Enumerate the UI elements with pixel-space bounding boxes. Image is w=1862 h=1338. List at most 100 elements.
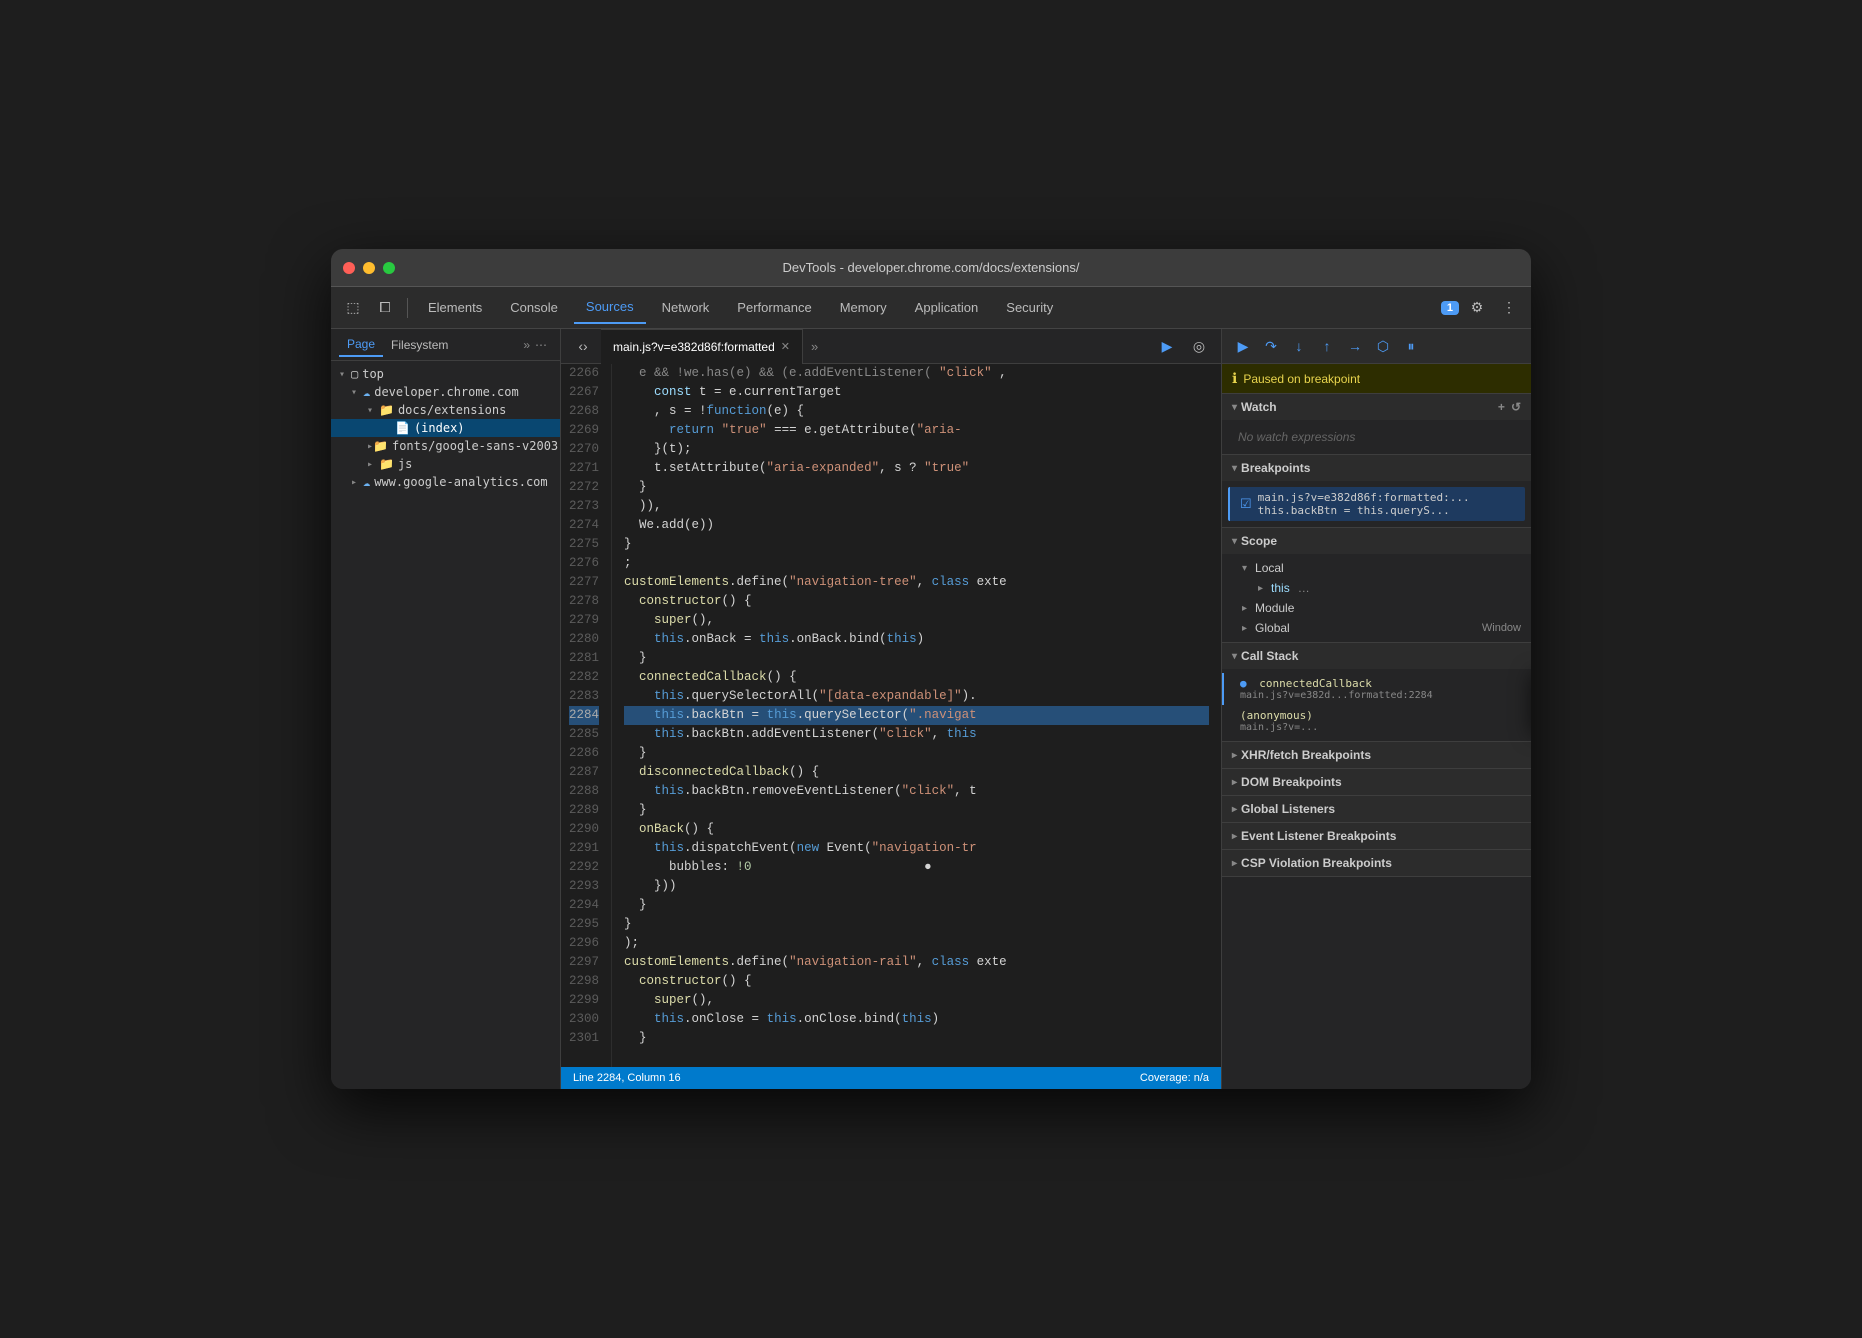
breakpoint-notice: ℹ Paused on breakpoint	[1222, 364, 1531, 394]
scope-this[interactable]: ▸ this …	[1222, 578, 1531, 598]
tab-application[interactable]: Application	[903, 292, 991, 324]
tab-memory[interactable]: Memory	[828, 292, 899, 324]
scope-module-label: Module	[1255, 601, 1294, 615]
scope-global-label: Global	[1255, 621, 1290, 635]
toolbar-right: 1 ⚙ ⋮	[1441, 294, 1523, 322]
editor-close-icon[interactable]: ✕	[781, 340, 790, 353]
callstack-item-1[interactable]: (anonymous) main.js?v=...	[1222, 705, 1531, 737]
callstack-arrow-icon: ▾	[1232, 651, 1237, 662]
watch-actions: + ↺	[1498, 400, 1521, 414]
line-numbers: 2266 2267 2268 2269 2270 2271 2272 2273 …	[561, 364, 612, 1067]
tab-network[interactable]: Network	[650, 292, 722, 324]
scope-global[interactable]: ▸ Global Window	[1222, 618, 1531, 638]
watch-body: No watch expressions	[1222, 420, 1531, 454]
dom-header[interactable]: ▸ DOM Breakpoints	[1222, 769, 1531, 795]
watch-add-icon[interactable]: +	[1498, 400, 1505, 414]
breakpoint-item[interactable]: ☑ main.js?v=e382d86f:formatted:... this.…	[1228, 487, 1525, 521]
watch-refresh-icon[interactable]: ↺	[1511, 400, 1521, 414]
separator	[407, 298, 408, 318]
sidebar-tab-filesystem[interactable]: Filesystem	[383, 334, 456, 356]
scope-header[interactable]: ▾ Scope	[1222, 528, 1531, 554]
dom-label: DOM Breakpoints	[1241, 775, 1342, 789]
sidebar-add-action[interactable]: ⋯	[530, 334, 552, 356]
scope-this-label: this	[1271, 581, 1290, 595]
csp-header[interactable]: ▸ CSP Violation Breakpoints	[1222, 850, 1531, 876]
step-out-button[interactable]: ↑	[1314, 333, 1340, 359]
scope-arrow-icon: ▾	[1232, 536, 1237, 547]
editor-area: ‹› main.js?v=e382d86f:formatted ✕ » ▶ ◎ …	[561, 329, 1221, 1089]
breakpoint-checkbox[interactable]: ☑	[1240, 496, 1252, 512]
window-title: DevTools - developer.chrome.com/docs/ext…	[783, 260, 1080, 275]
step-button[interactable]: →	[1342, 333, 1368, 359]
resume-button[interactable]: ▶	[1230, 333, 1256, 359]
deactivate-button[interactable]: ⬡	[1370, 333, 1396, 359]
callstack-bullet-icon: ●	[1240, 677, 1247, 690]
tree-item-analytics[interactable]: ▸ ☁ www.google-analytics.com	[331, 473, 560, 491]
breakpoint-info: main.js?v=e382d86f:formatted:... this.ba…	[1258, 491, 1470, 517]
maximize-button[interactable]	[383, 262, 395, 274]
callstack-label: Call Stack	[1241, 649, 1298, 663]
tab-sources[interactable]: Sources	[574, 292, 646, 324]
watch-empty-text: No watch expressions	[1222, 424, 1531, 450]
callstack-fn-1: (anonymous)	[1240, 709, 1313, 722]
debugger-toolbar: ▶ ↷ ↓ ↑ → ⬡ ⏸	[1222, 329, 1531, 364]
record-icon[interactable]: ◎	[1185, 332, 1213, 360]
right-panel: ▶ ↷ ↓ ↑ → ⬡ ⏸ ℹ Paused on breakpoint ▾ W…	[1221, 329, 1531, 1089]
sidebar-tabs: Page Filesystem » ⋯	[331, 329, 560, 361]
scope-local-arrow: ▾	[1242, 563, 1247, 574]
event-listeners-label: Event Listener Breakpoints	[1241, 829, 1396, 843]
breakpoints-section: ▾ Breakpoints ☑ main.js?v=e382d86f:forma…	[1222, 455, 1531, 528]
scope-global-arrow: ▸	[1242, 623, 1247, 634]
play-icon[interactable]: ▶	[1153, 332, 1181, 360]
watch-header[interactable]: ▾ Watch + ↺	[1222, 394, 1531, 420]
status-coverage: Coverage: n/a	[1140, 1072, 1209, 1084]
callstack-header[interactable]: ▾ Call Stack	[1222, 643, 1531, 669]
minimize-button[interactable]	[363, 262, 375, 274]
scope-section: ▾ Scope ▾ Local ▸ this … ▸ Module	[1222, 528, 1531, 643]
main-content: Page Filesystem » ⋯ ▾ ▢ top ▾ ☁ develope…	[331, 329, 1531, 1089]
breakpoint-notice-text: Paused on breakpoint	[1243, 372, 1360, 386]
scope-local[interactable]: ▾ Local	[1222, 558, 1531, 578]
tab-console[interactable]: Console	[498, 292, 570, 324]
callstack-fn-0: connectedCallback	[1259, 677, 1372, 690]
pause-on-exception-button[interactable]: ⏸	[1398, 333, 1424, 359]
more-icon[interactable]: ⋮	[1495, 294, 1523, 322]
code-editor[interactable]: 2266 2267 2268 2269 2270 2271 2272 2273 …	[561, 364, 1221, 1067]
tree-item-top[interactable]: ▾ ▢ top	[331, 365, 560, 383]
editor-tab-main[interactable]: main.js?v=e382d86f:formatted ✕	[601, 329, 803, 364]
breakpoints-label: Breakpoints	[1241, 461, 1310, 475]
global-listeners-header[interactable]: ▸ Global Listeners	[1222, 796, 1531, 822]
tree-item-chrome[interactable]: ▾ ☁ developer.chrome.com	[331, 383, 560, 401]
select-tool-icon[interactable]: ⬚	[339, 294, 367, 322]
step-into-button[interactable]: ↓	[1286, 333, 1312, 359]
scope-body: ▾ Local ▸ this … ▸ Module ▸ Global	[1222, 554, 1531, 642]
sidebar-toggle-icon[interactable]: ‹›	[569, 332, 597, 360]
editor-tab-label: main.js?v=e382d86f:formatted	[613, 340, 775, 354]
settings-icon[interactable]: ⚙	[1463, 294, 1491, 322]
tree-item-js[interactable]: ▸ 📁 js	[331, 455, 560, 473]
tree-item-index[interactable]: ▸ 📄 (index)	[331, 419, 560, 437]
global-listeners-section: ▸ Global Listeners	[1222, 796, 1531, 823]
step-over-button[interactable]: ↷	[1258, 333, 1284, 359]
device-icon[interactable]: ⧠	[371, 294, 399, 322]
titlebar: DevTools - developer.chrome.com/docs/ext…	[331, 249, 1531, 287]
tab-elements[interactable]: Elements	[416, 292, 494, 324]
tree-item-docs[interactable]: ▾ 📁 docs/extensions	[331, 401, 560, 419]
window-controls[interactable]	[343, 262, 395, 274]
tab-security[interactable]: Security	[994, 292, 1065, 324]
notification-badge[interactable]: 1	[1441, 301, 1459, 315]
xhr-header[interactable]: ▸ XHR/fetch Breakpoints	[1222, 742, 1531, 768]
close-button[interactable]	[343, 262, 355, 274]
editor-tabs-more[interactable]: »	[811, 339, 818, 354]
sidebar-tab-page[interactable]: Page	[339, 333, 383, 357]
csp-label: CSP Violation Breakpoints	[1241, 856, 1392, 870]
event-listeners-arrow-icon: ▸	[1232, 831, 1237, 842]
callstack-item-0[interactable]: ● connectedCallback main.js?v=e382d...fo…	[1222, 673, 1531, 705]
sidebar-more[interactable]: »	[523, 338, 530, 352]
tree-item-fonts[interactable]: ▸ 📁 fonts/google-sans-v2003	[331, 437, 560, 455]
scope-local-label: Local	[1255, 561, 1284, 575]
scope-module[interactable]: ▸ Module	[1222, 598, 1531, 618]
event-listeners-header[interactable]: ▸ Event Listener Breakpoints	[1222, 823, 1531, 849]
breakpoints-header[interactable]: ▾ Breakpoints	[1222, 455, 1531, 481]
tab-performance[interactable]: Performance	[725, 292, 823, 324]
